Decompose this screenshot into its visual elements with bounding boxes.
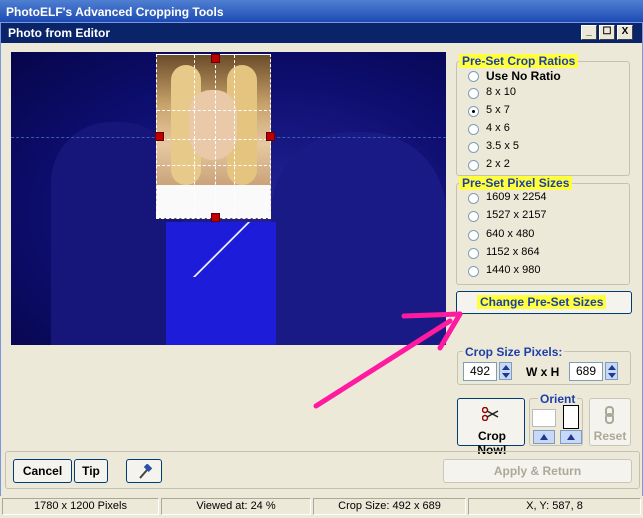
- radio-button[interactable]: [468, 211, 479, 222]
- radio-button[interactable]: [468, 248, 479, 259]
- radio-button[interactable]: [468, 124, 479, 135]
- radio-button[interactable]: [468, 230, 479, 241]
- reset-chain-icon: [605, 406, 614, 424]
- status-dimensions: 1780 x 1200 Pixels: [2, 498, 159, 515]
- status-crop-size: Crop Size: 492 x 689: [313, 498, 466, 515]
- crop-handle-left[interactable]: [155, 132, 164, 141]
- crop-grid-line: [194, 55, 195, 218]
- spin-down-icon[interactable]: [502, 373, 510, 378]
- change-presets-button[interactable]: Change Pre-Set Sizes: [456, 291, 632, 314]
- triangle-up-icon: [540, 434, 548, 440]
- reset-button[interactable]: Reset: [589, 398, 631, 446]
- radio-button[interactable]: [468, 193, 479, 204]
- crop-height-input[interactable]: 689: [569, 362, 603, 381]
- crop-selection[interactable]: [156, 54, 271, 219]
- portrait-preview[interactable]: [563, 405, 579, 429]
- pixel-sizes-title: Pre-Set Pixel Sizes: [459, 176, 573, 190]
- status-bar: 1780 x 1200 Pixels Viewed at: 24 % Crop …: [0, 496, 643, 518]
- radio-button-selected[interactable]: [468, 106, 479, 117]
- radio-button[interactable]: [468, 142, 479, 153]
- scissors-icon: [482, 407, 499, 421]
- crop-ratios-title: Pre-Set Crop Ratios: [459, 54, 579, 68]
- maximize-button[interactable]: ☐: [599, 25, 615, 40]
- photo-window: Photo from Editor _ ☐ X Pre-Set Crop Rat…: [0, 22, 643, 518]
- height-spinner[interactable]: [605, 362, 618, 380]
- spin-down-icon[interactable]: [608, 373, 616, 378]
- radio-button[interactable]: [468, 71, 479, 82]
- app-title: PhotoELF's Advanced Cropping Tools: [6, 5, 224, 19]
- app-title-bar: PhotoELF's Advanced Cropping Tools: [0, 0, 643, 22]
- hammer-icon: [139, 464, 153, 479]
- spin-up-icon[interactable]: [608, 365, 616, 370]
- close-button[interactable]: X: [617, 25, 633, 40]
- crop-handle-right[interactable]: [266, 132, 275, 141]
- landscape-button[interactable]: [533, 430, 555, 444]
- tip-button[interactable]: Tip: [74, 459, 108, 483]
- crop-now-button[interactable]: Crop Now!: [457, 398, 525, 457]
- crop-grid-line: [215, 55, 216, 218]
- dimension-separator: W x H: [526, 365, 560, 379]
- triangle-up-icon: [567, 434, 575, 440]
- orient-title: Orient: [538, 392, 578, 406]
- status-coordinates: X, Y: 587, 8: [468, 498, 641, 515]
- radio-button[interactable]: [468, 266, 479, 277]
- photo-person-right: [271, 132, 446, 345]
- portrait-button[interactable]: [560, 430, 582, 444]
- radio-button[interactable]: [468, 160, 479, 171]
- crop-grid-line: [157, 165, 270, 166]
- crop-grid-line: [157, 139, 270, 140]
- photo-preview[interactable]: [11, 52, 446, 345]
- crop-grid-line: [234, 55, 235, 218]
- reset-label: Reset: [593, 429, 627, 443]
- status-zoom: Viewed at: 24 %: [161, 498, 311, 515]
- minimize-button[interactable]: _: [581, 25, 597, 40]
- window-title-bar[interactable]: Photo from Editor _ ☐ X: [1, 23, 642, 43]
- change-presets-label: Change Pre-Set Sizes: [477, 295, 607, 309]
- window-title: Photo from Editor: [8, 26, 110, 40]
- portrait-face: [189, 90, 237, 160]
- crop-width-input[interactable]: 492: [463, 362, 497, 381]
- crop-handle-bottom[interactable]: [211, 213, 220, 222]
- tool-button[interactable]: [126, 459, 162, 483]
- radio-button[interactable]: [468, 88, 479, 99]
- apply-return-button[interactable]: Apply & Return: [443, 459, 632, 483]
- crop-size-title: Crop Size Pixels:: [463, 345, 565, 359]
- width-spinner[interactable]: [499, 362, 512, 380]
- crop-grid-line: [157, 110, 270, 111]
- spin-up-icon[interactable]: [502, 365, 510, 370]
- cancel-button[interactable]: Cancel: [13, 459, 72, 483]
- landscape-preview[interactable]: [532, 409, 556, 427]
- crop-handle-top[interactable]: [211, 54, 220, 63]
